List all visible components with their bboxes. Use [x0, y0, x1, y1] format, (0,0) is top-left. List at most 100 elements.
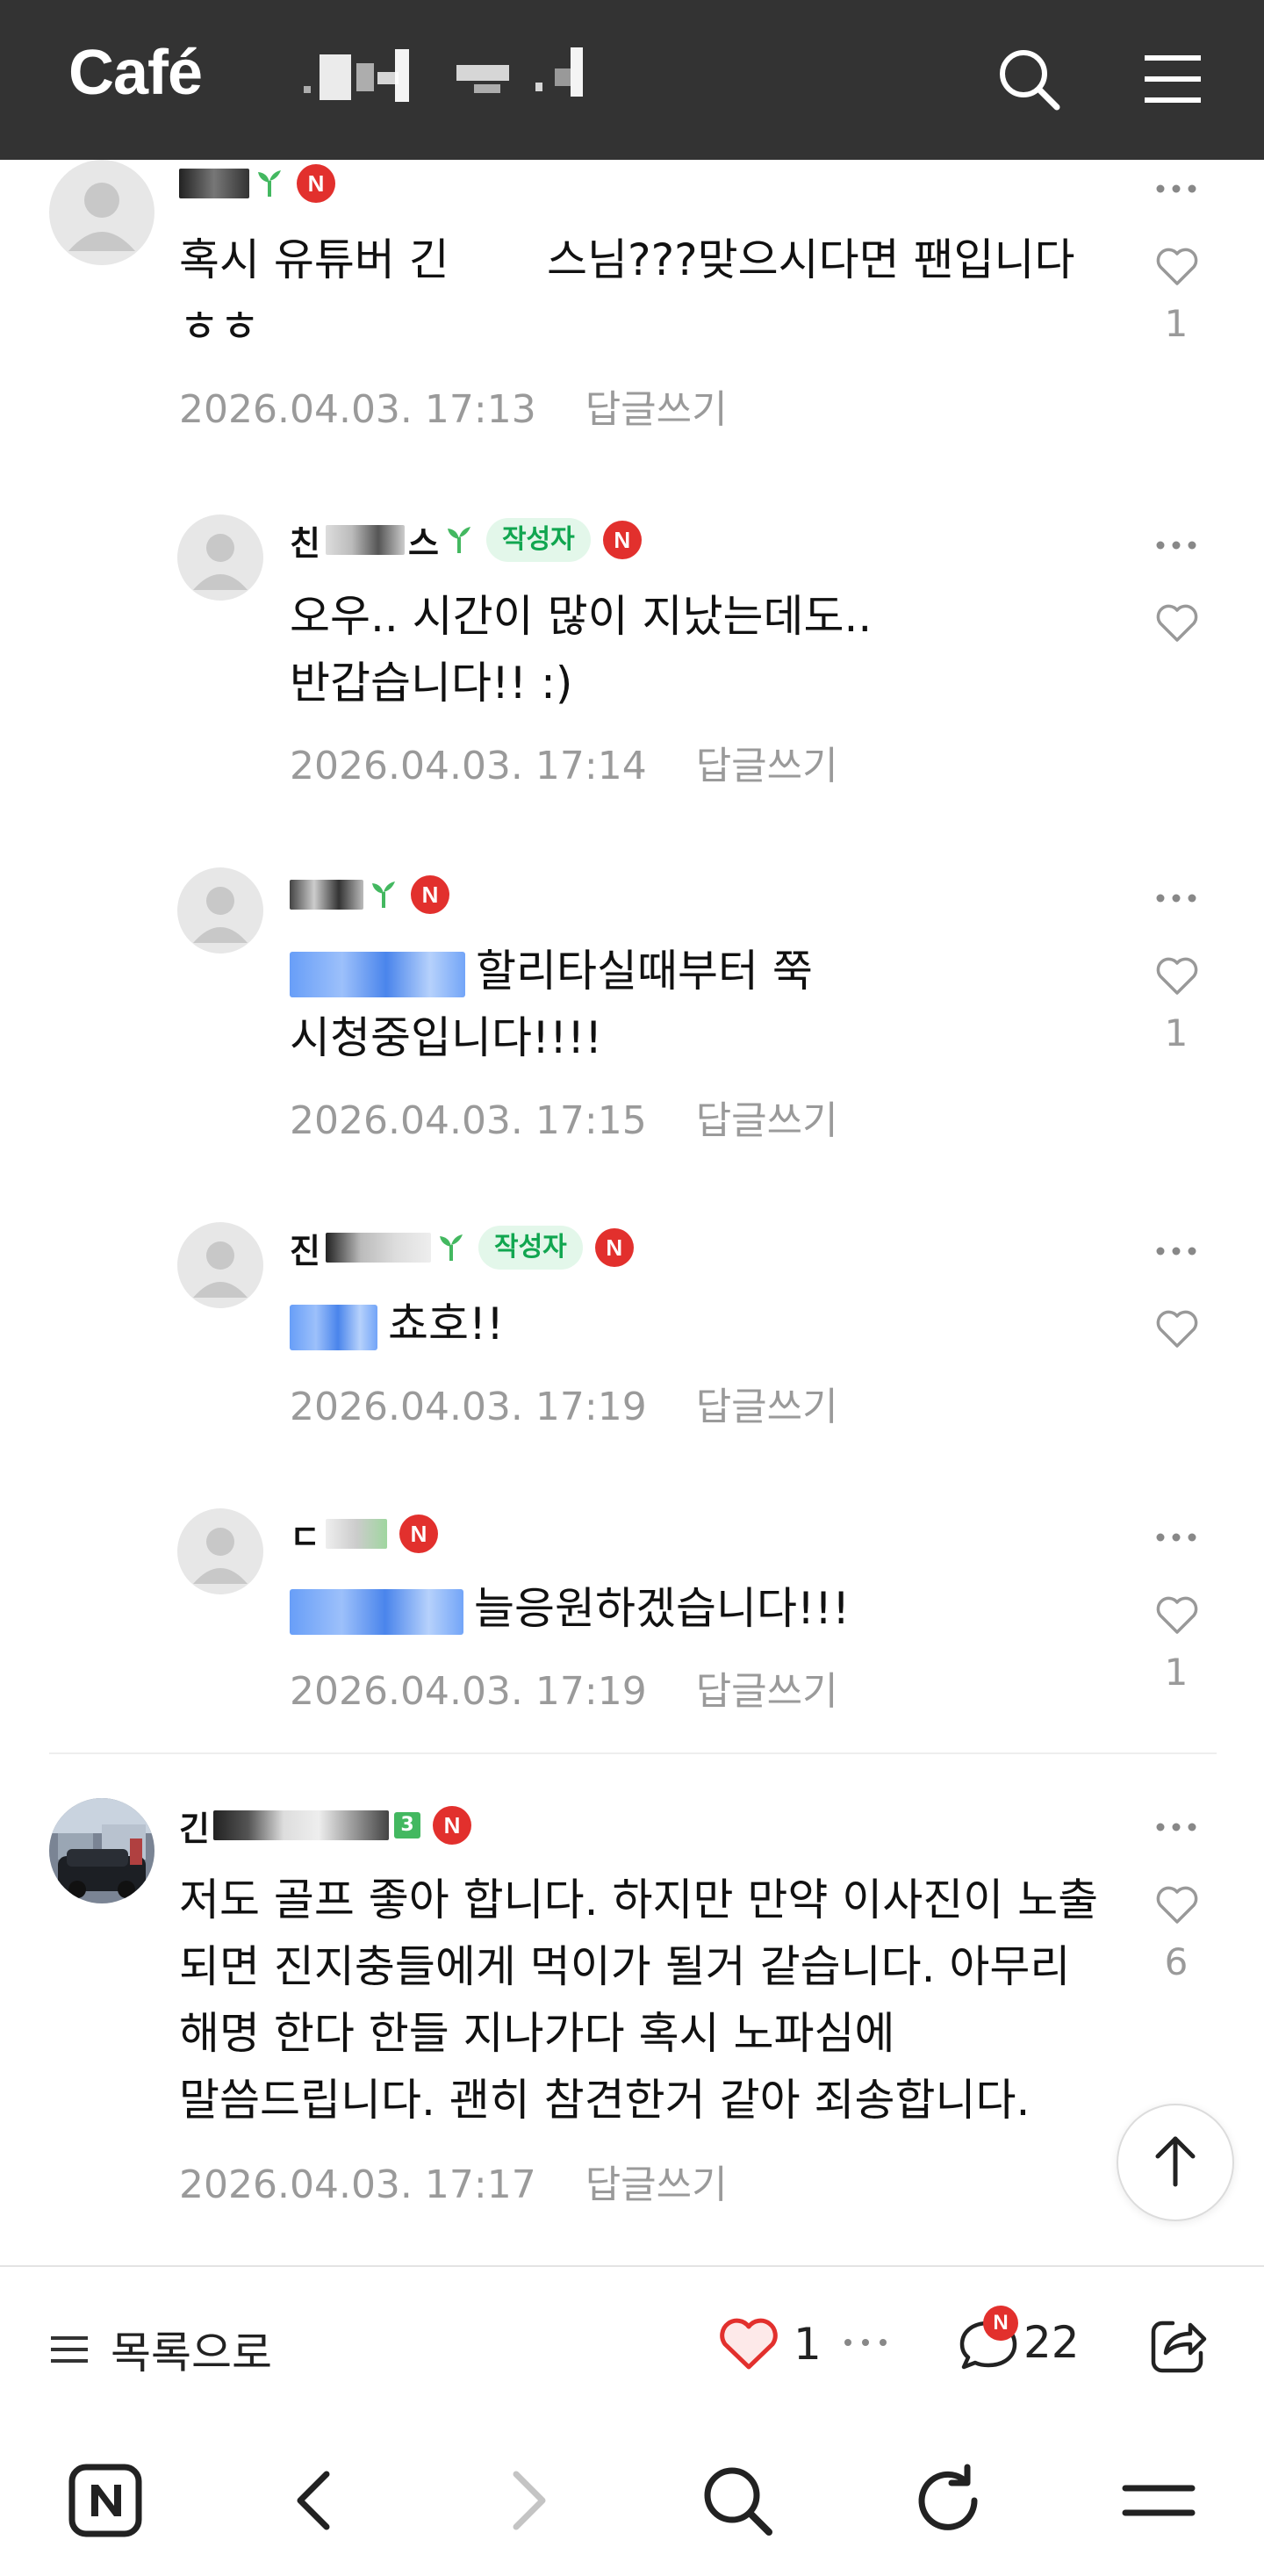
sprout-icon — [447, 527, 470, 553]
comment-meta: 2026.04.03. 17:13 답글쓰기 — [179, 378, 728, 434]
comment-text: 늘응원하겠습니다!!! — [290, 1575, 1106, 1642]
like-button[interactable]: 1 — [718, 2316, 822, 2372]
heart-outline-icon[interactable] — [1154, 1882, 1200, 1928]
mention-blurred[interactable] — [290, 951, 465, 997]
reply-button[interactable]: 답글쓰기 — [696, 1098, 838, 1143]
reply-button[interactable]: 답글쓰기 — [585, 2162, 728, 2207]
comment-meta: 2026.04.03. 17:15 답글쓰기 — [290, 1089, 838, 1145]
more-icon[interactable] — [1141, 532, 1211, 558]
author-name-blurred[interactable]: N — [179, 162, 335, 205]
hamburger-icon[interactable] — [1117, 2458, 1201, 2543]
more-icon[interactable] — [1141, 885, 1211, 911]
avatar[interactable] — [177, 1222, 263, 1308]
author-initial: 진 — [290, 1231, 320, 1270]
divider — [49, 1752, 1217, 1754]
back-icon[interactable] — [274, 2458, 358, 2543]
heart-outline-icon[interactable] — [1154, 244, 1200, 290]
comment-meta: 2026.04.03. 17:14 답글쓰기 — [290, 734, 838, 790]
menu-icon[interactable] — [1138, 44, 1208, 114]
search-icon[interactable] — [994, 44, 1064, 114]
more-icon[interactable] — [1141, 176, 1211, 202]
comment-timestamp: 2026.04.03. 17:13 — [179, 387, 536, 432]
author-name-blurred[interactable]: 친 스 작성자 N — [290, 518, 642, 563]
arrow-up-icon — [1155, 2136, 1196, 2187]
avatar[interactable] — [49, 1798, 154, 1903]
comment-text: 저도 골프 좋아 합니다. 하지만 만약 이사진이 노출 되면 진지충들에게 먹… — [179, 1874, 1113, 2126]
comment-meta: 2026.04.03. 17:19 답글쓰기 — [290, 1659, 838, 1716]
comment-timestamp: 2026.04.03. 17:19 — [290, 1669, 647, 1714]
comment-text: 할리타실때부터 쭉 시청중입니다!!!! — [290, 938, 1106, 1071]
new-badge: N — [432, 1806, 471, 1845]
comment-text: 혹시 유튜버 긴 스님???맞으시다면 팬입니다 ㅎㅎ — [179, 234, 1089, 352]
cafe-name-blurred[interactable] — [298, 46, 597, 107]
more-icon[interactable] — [841, 2334, 890, 2351]
heart-filled-icon — [720, 2318, 778, 2370]
comment-text: 쵸호!! — [290, 1291, 1106, 1357]
sprout-icon — [258, 170, 281, 197]
browser-nav-bar — [0, 2423, 1264, 2576]
heart-outline-icon[interactable] — [1154, 601, 1200, 646]
author-name-blurred[interactable]: 진 작성자 N — [290, 1226, 634, 1270]
writer-badge: 작성자 — [485, 518, 591, 562]
new-badge: N — [297, 164, 335, 203]
reply-button[interactable]: 답글쓰기 — [696, 744, 838, 788]
scroll-top-button[interactable] — [1117, 2104, 1234, 2221]
like-count: 6 — [1164, 1940, 1189, 1983]
comment-meta: 2026.04.03. 17:19 답글쓰기 — [290, 1375, 838, 1431]
sprout-icon — [439, 1234, 463, 1261]
comment-timestamp: 2026.04.03. 17:19 — [290, 1385, 647, 1429]
reply-button[interactable]: 답글쓰기 — [696, 1669, 838, 1714]
article-action-bar: 목록으로 1 N 22 — [0, 2265, 1264, 2425]
heart-outline-icon[interactable] — [1154, 1593, 1200, 1638]
back-to-list-label: 목록으로 — [111, 2328, 272, 2378]
author-name-blurred[interactable]: ㄷ N — [290, 1512, 438, 1557]
app-header: Café — [0, 0, 1264, 160]
comments-button[interactable]: N 22 — [957, 2306, 1080, 2374]
share-icon[interactable] — [1146, 2314, 1210, 2378]
level-badge: 3 — [393, 1812, 420, 1838]
search-icon[interactable] — [695, 2458, 779, 2543]
comment-timestamp: 2026.04.03. 17:17 — [179, 2162, 536, 2207]
like-count: 1 — [1164, 1651, 1189, 1694]
like-count: 1 — [1164, 302, 1189, 345]
refresh-icon[interactable] — [906, 2458, 990, 2543]
author-initial: 친 — [290, 523, 320, 563]
author-name-blurred[interactable]: N — [290, 873, 449, 917]
more-icon[interactable] — [1141, 1524, 1211, 1551]
cafe-logo[interactable]: Café — [68, 37, 203, 109]
avatar[interactable] — [49, 160, 154, 265]
list-icon — [51, 2336, 88, 2363]
avatar[interactable] — [177, 1508, 263, 1594]
forward-icon[interactable] — [485, 2458, 569, 2543]
back-to-list-button[interactable]: 목록으로 — [47, 2318, 272, 2381]
more-icon[interactable] — [1141, 1814, 1211, 1840]
reply-button[interactable]: 답글쓰기 — [585, 387, 728, 432]
like-count: 1 — [794, 2319, 822, 2370]
comment-count: 22 — [1023, 2317, 1080, 2368]
naver-home-icon[interactable] — [63, 2458, 147, 2543]
comment-text-content: 늘응원하겠습니다!!! — [474, 1583, 851, 1634]
new-badge: N — [594, 1228, 634, 1267]
heart-outline-icon[interactable] — [1154, 953, 1200, 999]
like-count: 1 — [1164, 1011, 1189, 1054]
comment-text: 오우.. 시간이 많이 지났는데도.. 반갑습니다!! :) — [290, 591, 887, 709]
more-icon[interactable] — [1141, 1238, 1211, 1264]
comment-text-content: 쵸호!! — [388, 1299, 505, 1349]
writer-badge: 작성자 — [478, 1226, 583, 1270]
comment-meta: 2026.04.03. 17:17 답글쓰기 — [179, 2153, 728, 2209]
author-last: 스 — [407, 523, 439, 563]
reply-button[interactable]: 답글쓰기 — [696, 1385, 838, 1429]
mention-blurred[interactable] — [290, 1588, 463, 1635]
author-name-blurred[interactable]: 긴 3 N — [179, 1803, 471, 1848]
new-badge: N — [602, 521, 642, 559]
avatar[interactable] — [177, 867, 263, 953]
new-badge: N — [399, 1515, 438, 1553]
mention-blurred[interactable] — [290, 1304, 377, 1350]
profile-photo — [49, 1798, 154, 1903]
comment-new-badge: N — [983, 2306, 1018, 2341]
heart-outline-icon[interactable] — [1154, 1306, 1200, 1352]
author-initial: 긴 — [179, 1809, 210, 1848]
new-badge: N — [411, 875, 449, 914]
sprout-icon — [372, 881, 395, 908]
avatar[interactable] — [177, 514, 263, 601]
